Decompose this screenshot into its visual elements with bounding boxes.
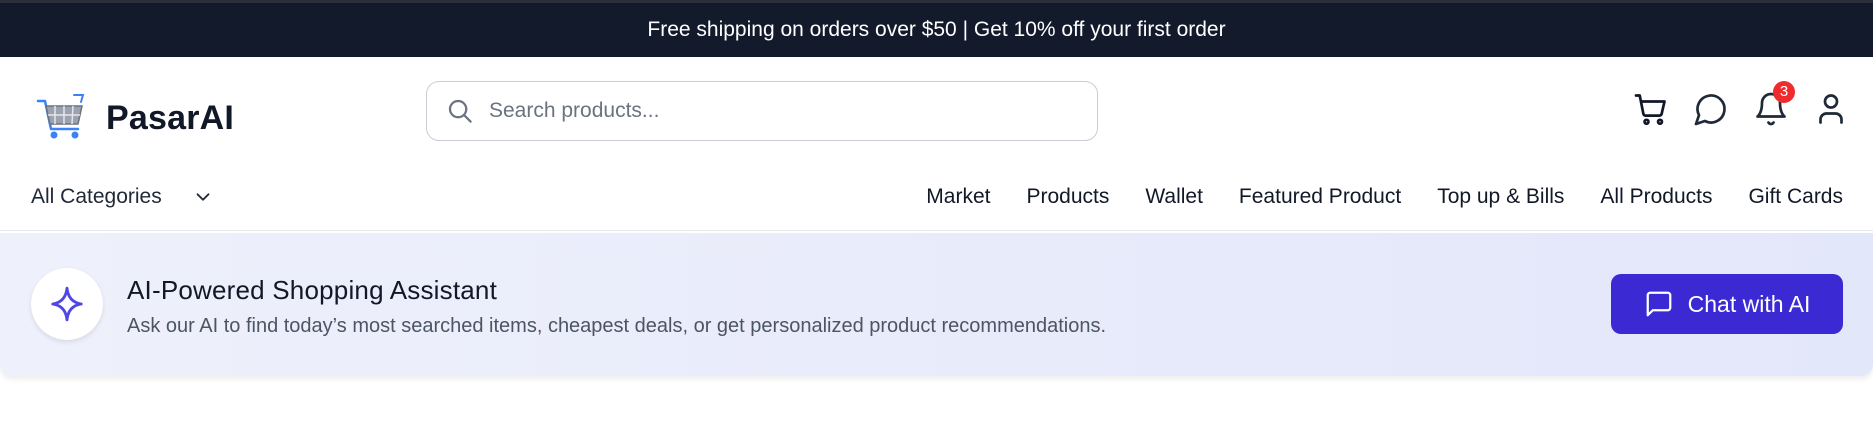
chevron-down-icon bbox=[196, 193, 210, 201]
categories-label: All Categories bbox=[31, 185, 162, 208]
search-bar bbox=[426, 81, 1098, 141]
shopping-cart-logo-icon bbox=[36, 94, 85, 139]
site-header: PasarAI 3 bbox=[0, 57, 1873, 169]
account-button[interactable] bbox=[1813, 91, 1849, 127]
nav-link-market[interactable]: Market bbox=[926, 185, 990, 209]
chat-with-ai-button[interactable]: Chat with AI bbox=[1611, 274, 1843, 334]
all-categories-dropdown[interactable]: All Categories bbox=[31, 185, 214, 209]
header-actions: 3 bbox=[1633, 81, 1849, 127]
chat-icon bbox=[1694, 94, 1726, 126]
nav-link-featured-product[interactable]: Featured Product bbox=[1239, 185, 1401, 209]
banner-title: AI-Powered Shopping Assistant bbox=[127, 275, 498, 305]
user-icon bbox=[1819, 94, 1843, 124]
nav-link-products[interactable]: Products bbox=[1026, 185, 1109, 209]
announcement-text: Free shipping on orders over $50 | Get 1… bbox=[647, 18, 1226, 41]
ai-badge bbox=[31, 268, 103, 340]
search-input[interactable] bbox=[489, 99, 1049, 123]
messages-button[interactable] bbox=[1693, 91, 1729, 127]
message-square-icon bbox=[1646, 291, 1671, 317]
cart-button[interactable] bbox=[1633, 91, 1669, 127]
cart-icon bbox=[1634, 94, 1666, 126]
nav-link-top-up-bills[interactable]: Top up & Bills bbox=[1437, 185, 1564, 209]
main-nav: All Categories Market Products Wallet Fe… bbox=[0, 169, 1873, 231]
nav-link-wallet[interactable]: Wallet bbox=[1145, 185, 1203, 209]
sparkle-icon bbox=[51, 286, 83, 322]
notification-badge: 3 bbox=[1773, 81, 1795, 103]
logo[interactable]: PasarAI bbox=[36, 93, 234, 143]
nav-links: Market Products Wallet Featured Product … bbox=[926, 185, 1843, 209]
chat-button-label: Chat with AI bbox=[1687, 290, 1811, 317]
notifications-button[interactable]: 3 bbox=[1753, 81, 1795, 127]
search-icon bbox=[448, 99, 472, 123]
banner-subtitle: Ask our AI to find today’s most searched… bbox=[127, 315, 1107, 337]
brand-name: PasarAI bbox=[106, 98, 235, 137]
nav-link-all-products[interactable]: All Products bbox=[1600, 185, 1712, 209]
announcement-bar: Free shipping on orders over $50 | Get 1… bbox=[0, 0, 1873, 57]
nav-link-gift-cards[interactable]: Gift Cards bbox=[1748, 185, 1843, 209]
ai-assistant-banner: AI-Powered Shopping Assistant Ask our AI… bbox=[0, 233, 1873, 376]
